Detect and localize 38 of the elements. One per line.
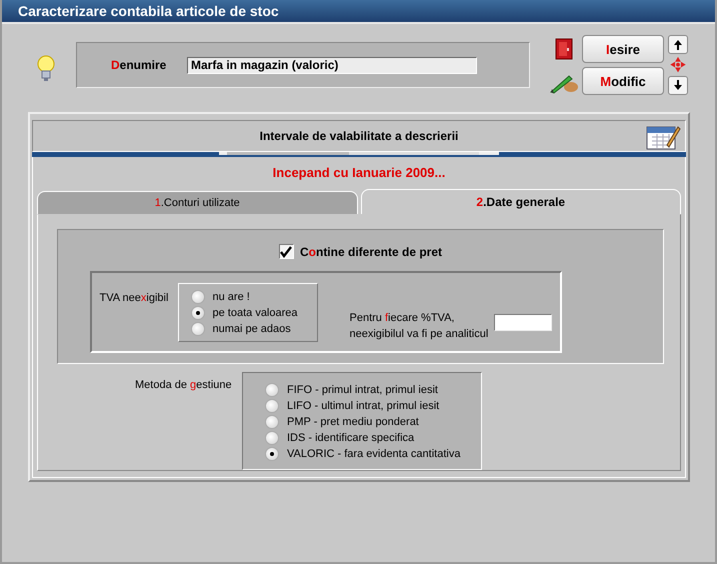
- radio-button[interactable]: [190, 322, 204, 336]
- navigate-icon: [668, 55, 688, 75]
- option-label: FIFO - primul intrat, primul iesit: [287, 384, 438, 396]
- period-label: Incepand cu Ianuarie 2009...: [272, 165, 446, 182]
- radio-button[interactable]: [265, 431, 279, 445]
- lightbulb-icon: [36, 54, 56, 82]
- name-field[interactable]: Marfa in magazin (valoric): [187, 56, 477, 74]
- vat-label: TVA neexigibil: [100, 292, 170, 304]
- checkbox[interactable]: [278, 244, 294, 259]
- option-label: numai pe adaos: [212, 323, 291, 335]
- radio-button[interactable]: [265, 383, 279, 397]
- option-label: nu are !: [212, 291, 250, 303]
- exit-button[interactable]: Iesire: [582, 35, 664, 63]
- up-button[interactable]: [668, 35, 688, 54]
- option-label: PMP - pret mediu ponderat: [287, 416, 419, 428]
- radio-button[interactable]: [265, 415, 279, 429]
- method-label: Metoda de gestiune: [135, 379, 233, 391]
- name-label: Denumire: [111, 58, 168, 72]
- radio-button[interactable]: [265, 447, 279, 461]
- down-arrow-icon: [673, 79, 683, 92]
- radio-button[interactable]: [190, 290, 204, 304]
- option-label: IDS - identificare specifica: [287, 432, 414, 444]
- window-title: Caracterizare contabila articole de stoc: [2, 0, 715, 24]
- tab[interactable]: 1.Conturi utilizate: [37, 191, 358, 214]
- radio-button[interactable]: [190, 306, 204, 320]
- option-label: VALORIC - fara evidenta cantitativa: [287, 448, 460, 460]
- option-label: LIFO - ultimul intrat, primul iesit: [287, 400, 440, 412]
- option-label: pe toata valoarea: [212, 307, 298, 319]
- vat-note: Pentru fiecare %TVA, neexigibilul va fi pe analiticul: [350, 311, 488, 342]
- down-button[interactable]: [668, 76, 688, 95]
- account-field[interactable]: [494, 314, 552, 331]
- up-arrow-icon: [673, 38, 683, 51]
- door-icon: [555, 38, 573, 60]
- checkbox-label: Contine diferente de pret: [300, 244, 442, 258]
- edit-button[interactable]: Modific: [582, 67, 664, 95]
- tab[interactable]: 2.Date generale: [360, 189, 681, 214]
- radio-button[interactable]: [265, 399, 279, 413]
- intervals-title: Intervale de valabilitate a descrierii: [260, 129, 458, 143]
